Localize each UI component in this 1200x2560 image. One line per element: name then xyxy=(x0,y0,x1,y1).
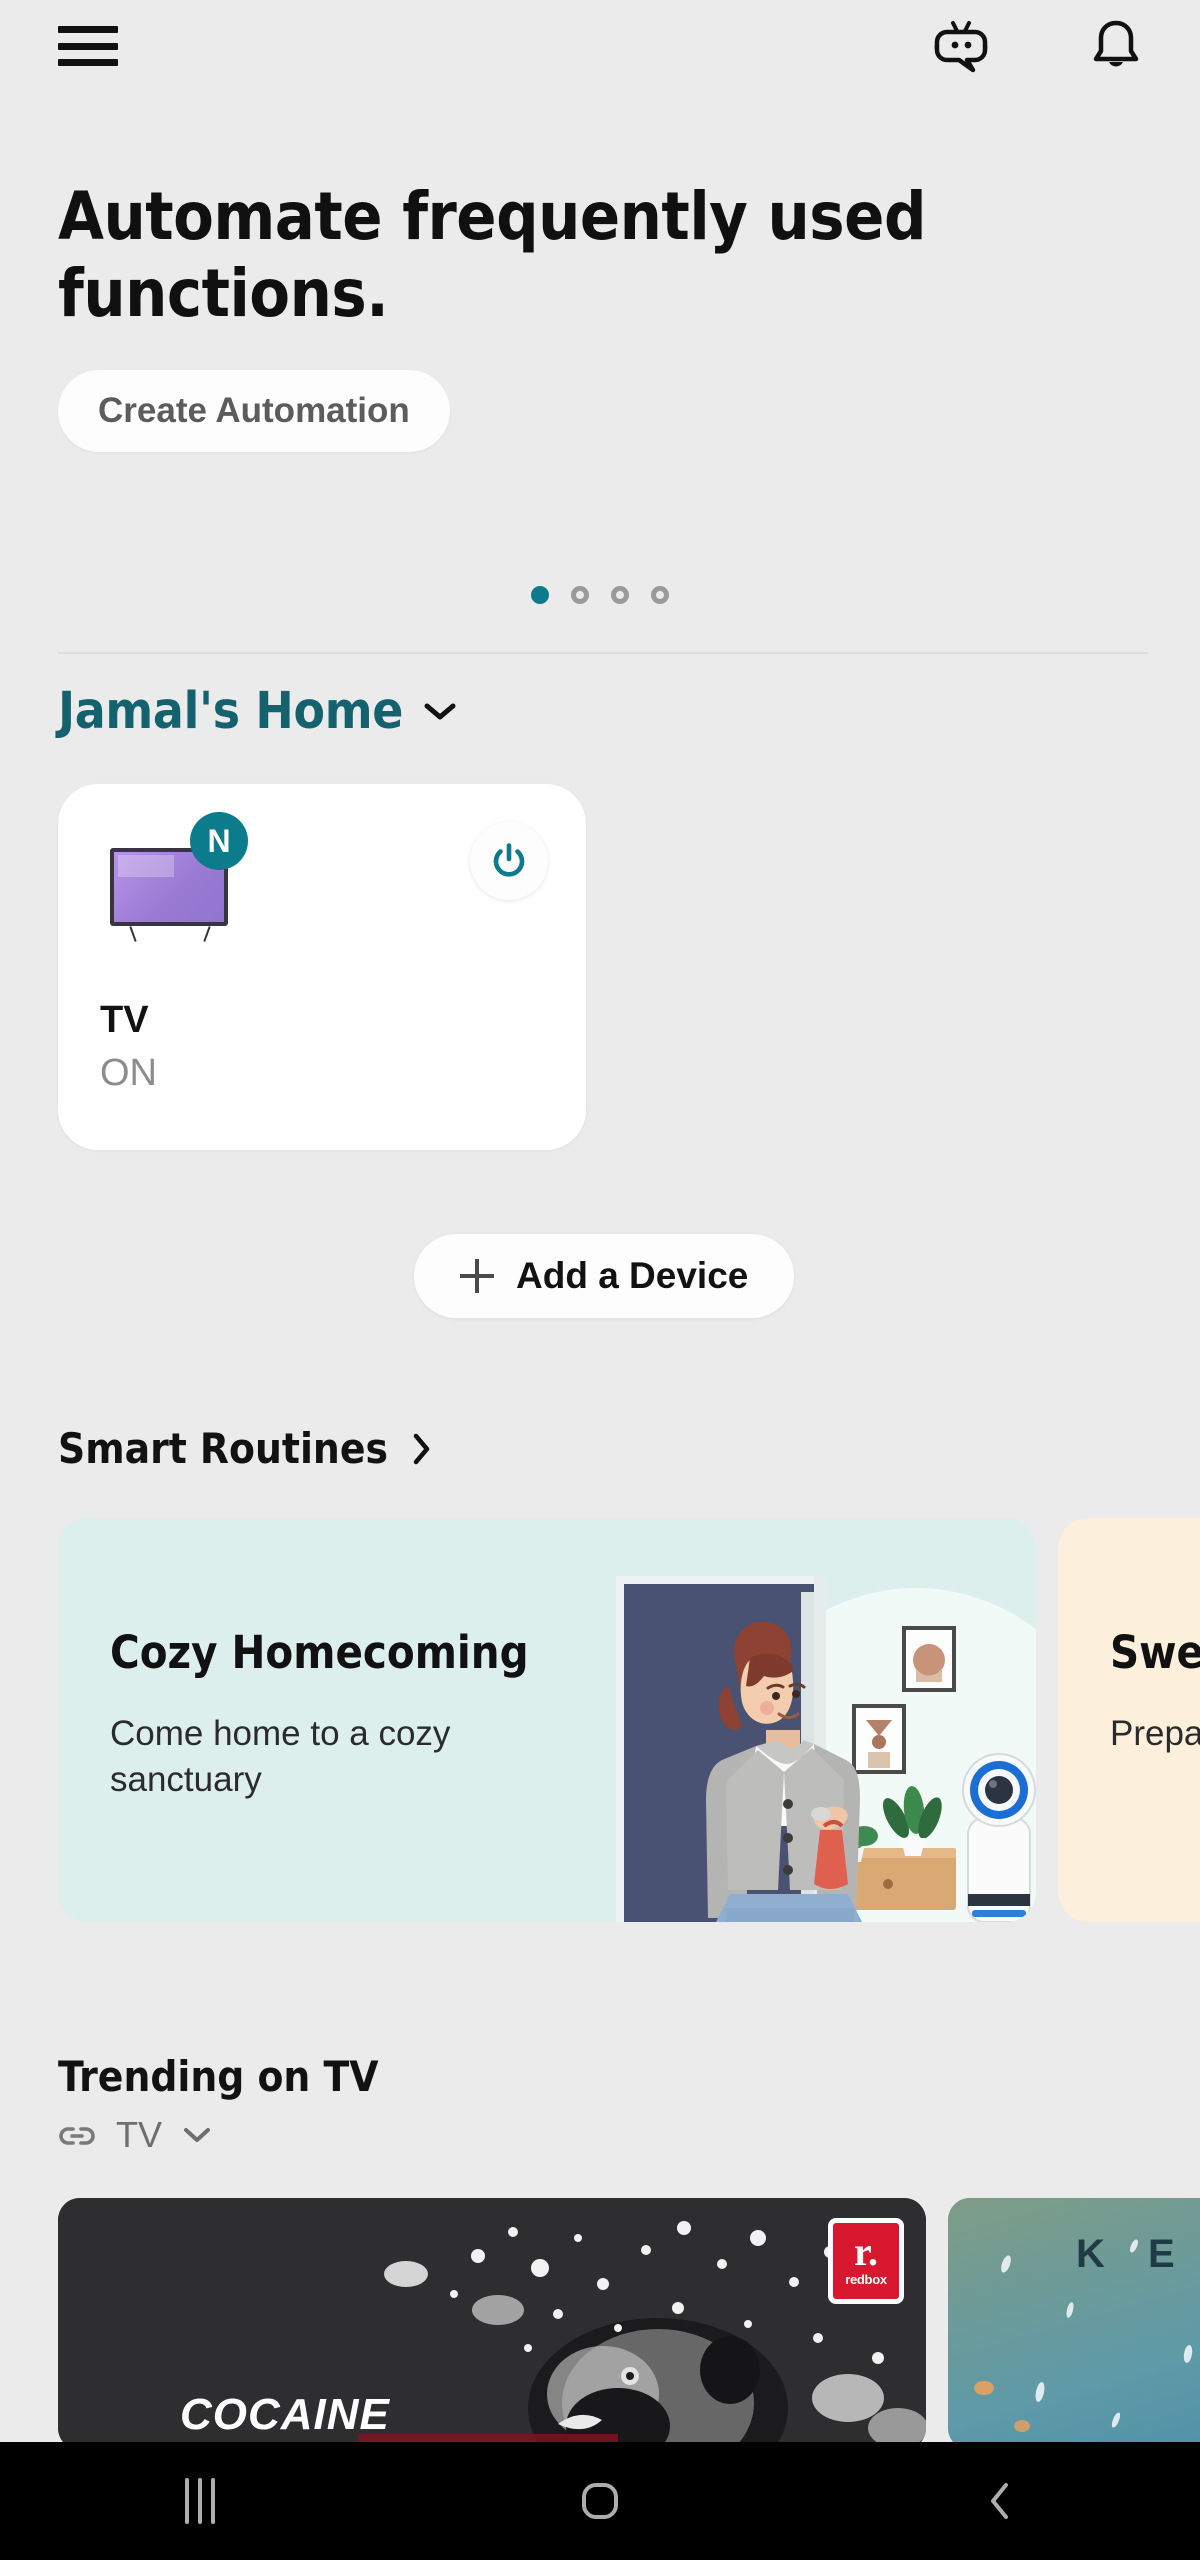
page-title: Automate frequently used functions. xyxy=(58,178,926,333)
routine-card-text: Sweet Dreams Prepare for a restful night xyxy=(1110,1626,1200,1757)
routine-card-cozy-homecoming[interactable]: Cozy Homecoming Come home to a cozy sanc… xyxy=(58,1518,1036,1922)
top-app-bar xyxy=(0,0,1200,92)
power-icon xyxy=(493,843,525,877)
back-icon xyxy=(991,2483,1008,2519)
recents-button[interactable] xyxy=(0,2442,400,2560)
carousel-page-dots xyxy=(0,586,1200,604)
recents-icon xyxy=(185,2478,215,2524)
smartthings-home-screen: Automate frequently used functions. Crea… xyxy=(0,0,1200,2560)
smart-routines-carousel[interactable]: Cozy Homecoming Come home to a cozy sanc… xyxy=(58,1518,1200,1922)
trending-source-label: TV xyxy=(116,2114,163,2155)
bixby-bot-icon[interactable] xyxy=(928,12,996,80)
redbox-wordmark: redbox xyxy=(845,2272,887,2287)
hamburger-bar xyxy=(58,26,118,33)
android-navigation-bar xyxy=(0,2442,1200,2560)
smart-routines-title: Smart Routines xyxy=(58,1424,388,1473)
hamburger-bar xyxy=(58,59,118,66)
device-status-label: ON xyxy=(100,1052,157,1094)
trending-source-selector[interactable]: TV xyxy=(58,2114,212,2156)
media-title: COCAINE xyxy=(180,2390,390,2439)
media-title: K E A xyxy=(1076,2232,1200,2276)
promo-hero: Automate frequently used functions. Crea… xyxy=(58,178,1058,453)
carousel-dot-2[interactable] xyxy=(571,586,589,604)
tv-leg xyxy=(203,926,211,942)
add-device-button[interactable]: Add a Device xyxy=(414,1234,795,1318)
redbox-mark: r. xyxy=(853,2229,879,2274)
tv-device-icon: N xyxy=(110,812,248,942)
tv-power-toggle-button[interactable] xyxy=(470,822,548,900)
carousel-dot-3[interactable] xyxy=(611,586,629,604)
chevron-down-icon xyxy=(424,703,456,719)
routine-description: Come home to a cozy sanctuary xyxy=(110,1714,451,1800)
routine-title: Sweet Dreams xyxy=(1110,1626,1200,1679)
notification-bell-icon[interactable] xyxy=(1082,12,1150,80)
hamburger-bar xyxy=(58,42,118,50)
home-button[interactable] xyxy=(400,2442,800,2560)
add-device-label: Add a Device xyxy=(516,1255,749,1296)
hamburger-menu-icon[interactable] xyxy=(58,20,120,72)
routine-card-text: Cozy Homecoming Come home to a cozy sanc… xyxy=(110,1626,570,1803)
plus-icon xyxy=(460,1259,494,1293)
trending-title: Trending on TV xyxy=(58,2052,379,2101)
trending-section-header[interactable]: Trending on TV xyxy=(58,2052,378,2101)
routine-illustration xyxy=(616,1518,1036,1922)
device-app-badge: N xyxy=(190,812,248,870)
tv-leg xyxy=(129,926,137,942)
chevron-right-icon xyxy=(413,1433,430,1464)
carousel-dot-4[interactable] xyxy=(651,586,669,604)
carousel-dot-1[interactable] xyxy=(531,586,549,604)
back-button[interactable] xyxy=(800,2442,1200,2560)
routine-title: Cozy Homecoming xyxy=(110,1626,529,1679)
device-name-label: TV xyxy=(100,999,149,1041)
media-card-cocaine-bear[interactable]: COCAINE r. redbox xyxy=(58,2198,926,2450)
routine-card-sweet-dreams[interactable]: Sweet Dreams Prepare for a restful night xyxy=(1058,1518,1200,1922)
routine-description: Prepare for a restful night xyxy=(1110,1714,1200,1753)
device-card-tv[interactable]: N TV ON xyxy=(58,784,586,1150)
trending-media-carousel[interactable]: COCAINE r. redbox K E xyxy=(58,2198,1200,2458)
link-icon xyxy=(59,2127,95,2145)
home-icon xyxy=(582,2483,618,2519)
home-name-label: Jamal's Home xyxy=(58,682,404,741)
create-automation-button[interactable]: Create Automation xyxy=(58,370,450,453)
smart-routines-section-header[interactable]: Smart Routines xyxy=(58,1424,434,1473)
redbox-provider-badge: r. redbox xyxy=(828,2218,904,2304)
media-card-kea[interactable]: K E A xyxy=(948,2198,1200,2450)
chevron-down-icon xyxy=(184,2128,211,2142)
home-selector[interactable]: Jamal's Home xyxy=(58,682,457,741)
section-divider xyxy=(58,652,1148,654)
